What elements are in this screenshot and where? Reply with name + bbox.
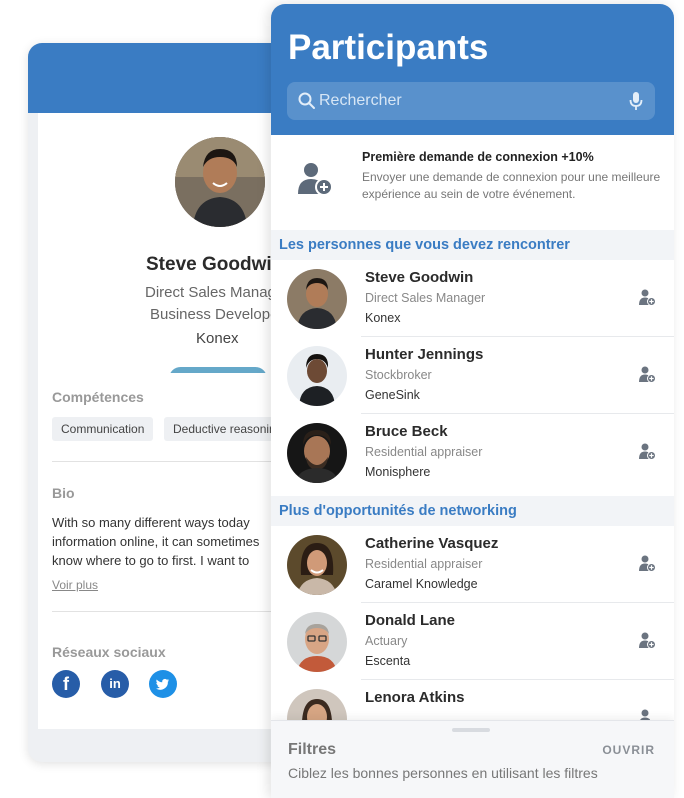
person-name: Steve Goodwin [365, 269, 474, 286]
person-title: Residential appraiser [365, 557, 483, 571]
filters-description: Ciblez les bonnes personnes en utilisant… [288, 765, 598, 781]
twitter-icon[interactable] [149, 670, 177, 698]
person-company: GeneSink [365, 388, 420, 402]
section-heading: Plus d'opportunités de networking [271, 496, 674, 526]
filters-label: Filtres [288, 741, 337, 758]
person-title: Actuary [365, 634, 408, 648]
add-user-icon[interactable] [638, 554, 656, 572]
bio-text: With so many different ways today inform… [52, 513, 303, 570]
skill-tag: Communication [52, 417, 154, 441]
add-user-icon[interactable] [638, 288, 656, 306]
person-company: Monisphere [365, 465, 431, 479]
drag-handle[interactable] [452, 728, 490, 732]
divider [52, 461, 303, 462]
skills-label: Compétences [52, 389, 144, 405]
add-user-icon[interactable] [638, 365, 656, 383]
avatar [287, 269, 347, 329]
filters-sheet[interactable]: Filtres OUVRIR Ciblez les bonnes personn… [271, 720, 674, 798]
social-label: Réseaux sociaux [52, 644, 166, 660]
person-name: Catherine Vasquez [365, 535, 499, 552]
avatar [287, 535, 347, 595]
person-title: Stockbroker [365, 368, 432, 382]
search-input[interactable]: Rechercher [287, 82, 655, 120]
facebook-icon[interactable]: f [52, 670, 80, 698]
microphone-icon[interactable] [627, 91, 645, 111]
person-title: Residential appraiser [365, 445, 483, 459]
linkedin-icon[interactable]: in [101, 670, 129, 698]
profile-name: Steve Goodwin [146, 254, 284, 275]
person-name: Donald Lane [365, 612, 456, 629]
person-name: Lenora Atkins [365, 689, 465, 706]
promo-title: Première demande de connexion +10% [362, 150, 594, 164]
section-heading: Les personnes que vous devez rencontrer [271, 230, 674, 260]
profile-header-banner [28, 43, 303, 113]
profile-summary: Steve Goodwin Direct Sales Manager Busin… [38, 113, 303, 400]
list-item[interactable]: Donald Lane Actuary Escenta [271, 603, 674, 680]
person-company: Caramel Knowledge [365, 577, 478, 591]
person-company: Konex [365, 311, 401, 325]
bio-line: information online, it can sometimes [52, 534, 260, 549]
page-title: Participants [288, 28, 489, 67]
person-title: Direct Sales Manager [365, 291, 486, 305]
person-company: Escenta [365, 654, 411, 668]
add-user-icon [298, 163, 333, 196]
avatar [287, 423, 347, 483]
add-user-icon[interactable] [638, 631, 656, 649]
add-user-icon[interactable] [638, 442, 656, 460]
see-more-link[interactable]: Voir plus [52, 578, 98, 592]
search-icon [298, 92, 315, 109]
participants-panel: Participants Rechercher Première demande… [271, 4, 674, 798]
avatar [287, 346, 347, 406]
profile-title-secondary: Business Developer [150, 306, 284, 323]
bio-line: With so many different ways today [52, 515, 250, 530]
profile-company: Konex [196, 330, 239, 347]
divider [52, 611, 303, 612]
profile-details: Compétences Communication Deductive reas… [38, 373, 303, 729]
bio-line: know where to go to first. I want to [52, 553, 250, 568]
open-filters-button[interactable]: OUVRIR [602, 743, 655, 757]
profile-avatar [171, 133, 269, 231]
person-name: Bruce Beck [365, 423, 448, 440]
avatar [287, 612, 347, 672]
list-item[interactable]: Steve Goodwin Direct Sales Manager Konex [271, 260, 674, 337]
panel-header: Participants Rechercher [271, 4, 674, 135]
search-placeholder: Rechercher [319, 92, 402, 109]
list-item[interactable]: Catherine Vasquez Residential appraiser … [271, 526, 674, 603]
person-name: Hunter Jennings [365, 346, 484, 363]
bio-label: Bio [52, 485, 75, 501]
promo-description: Envoyer une demande de connexion pour un… [362, 170, 661, 201]
profile-card: Steve Goodwin Direct Sales Manager Busin… [28, 43, 303, 762]
list-item[interactable]: Bruce Beck Residential appraiser Monisph… [271, 414, 674, 491]
list-item[interactable]: Hunter Jennings Stockbroker GeneSink [271, 337, 674, 414]
profile-title: Direct Sales Manager [145, 284, 290, 301]
connection-promo[interactable]: Première demande de connexion +10% Envoy… [271, 135, 674, 233]
